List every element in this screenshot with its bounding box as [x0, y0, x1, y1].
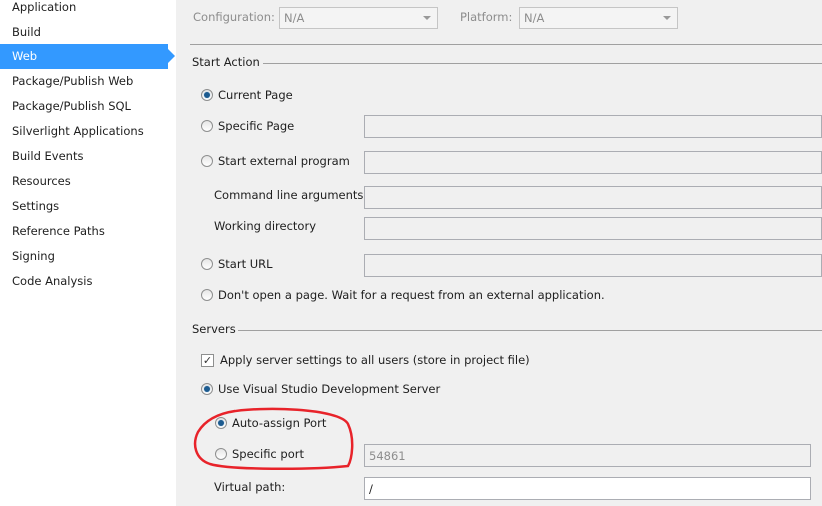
external-program-input[interactable]	[364, 151, 822, 174]
start-url-radio[interactable]	[201, 258, 213, 270]
sidebar-item-package-publish-sql[interactable]: Package/Publish SQL	[0, 94, 168, 119]
sidebar-item-signing[interactable]: Signing	[0, 244, 168, 269]
sidebar: Application Build Web Package/Publish We…	[0, 0, 176, 506]
command-line-arguments-input[interactable]	[364, 186, 822, 209]
start-external-program-radio[interactable]	[201, 155, 213, 167]
platform-label: Platform:	[460, 10, 513, 24]
apply-server-settings-checkbox[interactable]: ✓	[201, 354, 214, 367]
start-url-label: Start URL	[218, 257, 273, 271]
configuration-label: Configuration:	[193, 10, 275, 24]
dont-open-page-label: Don't open a page. Wait for a request fr…	[218, 288, 605, 302]
specific-page-radio[interactable]	[201, 120, 213, 132]
current-page-label: Current Page	[218, 88, 293, 102]
virtual-path-label: Virtual path:	[214, 480, 286, 494]
start-url-input[interactable]	[364, 254, 822, 277]
divider	[238, 330, 822, 331]
dont-open-page-radio[interactable]	[201, 289, 213, 301]
virtual-path-value: /	[369, 482, 373, 496]
sidebar-item-build[interactable]: Build	[0, 20, 168, 45]
configuration-dropdown[interactable]: N/A	[279, 7, 438, 29]
platform-value: N/A	[524, 11, 545, 25]
red-annotation-circle	[193, 407, 354, 471]
use-vs-dev-server-radio[interactable]	[201, 383, 213, 395]
start-action-title: Start Action	[192, 55, 260, 69]
command-line-arguments-label: Command line arguments	[214, 188, 364, 202]
sidebar-item-web[interactable]: Web	[0, 44, 175, 69]
specific-page-input[interactable]	[364, 115, 822, 138]
specific-port-input[interactable]: 54861	[364, 444, 811, 467]
virtual-path-input[interactable]: /	[364, 477, 811, 500]
sidebar-item-application[interactable]: Application	[0, 0, 168, 20]
sidebar-item-reference-paths[interactable]: Reference Paths	[0, 219, 168, 244]
divider	[190, 44, 822, 45]
sidebar-item-code-analysis[interactable]: Code Analysis	[0, 269, 168, 294]
configuration-value: N/A	[284, 11, 305, 25]
port-value: 54861	[369, 449, 406, 463]
sidebar-item-package-publish-web[interactable]: Package/Publish Web	[0, 69, 168, 94]
current-page-radio[interactable]	[201, 89, 213, 101]
sidebar-item-settings[interactable]: Settings	[0, 194, 168, 219]
start-external-program-label: Start external program	[218, 154, 350, 168]
working-directory-label: Working directory	[214, 219, 317, 233]
working-directory-input[interactable]	[364, 217, 822, 240]
divider	[263, 63, 822, 64]
sidebar-item-silverlight-applications[interactable]: Silverlight Applications	[0, 119, 168, 144]
specific-page-label: Specific Page	[218, 119, 295, 133]
sidebar-item-resources[interactable]: Resources	[0, 169, 168, 194]
apply-server-settings-label: Apply server settings to all users (stor…	[220, 353, 530, 367]
sidebar-item-build-events[interactable]: Build Events	[0, 144, 168, 169]
servers-title: Servers	[192, 322, 236, 336]
platform-dropdown[interactable]: N/A	[519, 7, 678, 29]
use-vs-dev-server-label: Use Visual Studio Development Server	[218, 382, 441, 396]
